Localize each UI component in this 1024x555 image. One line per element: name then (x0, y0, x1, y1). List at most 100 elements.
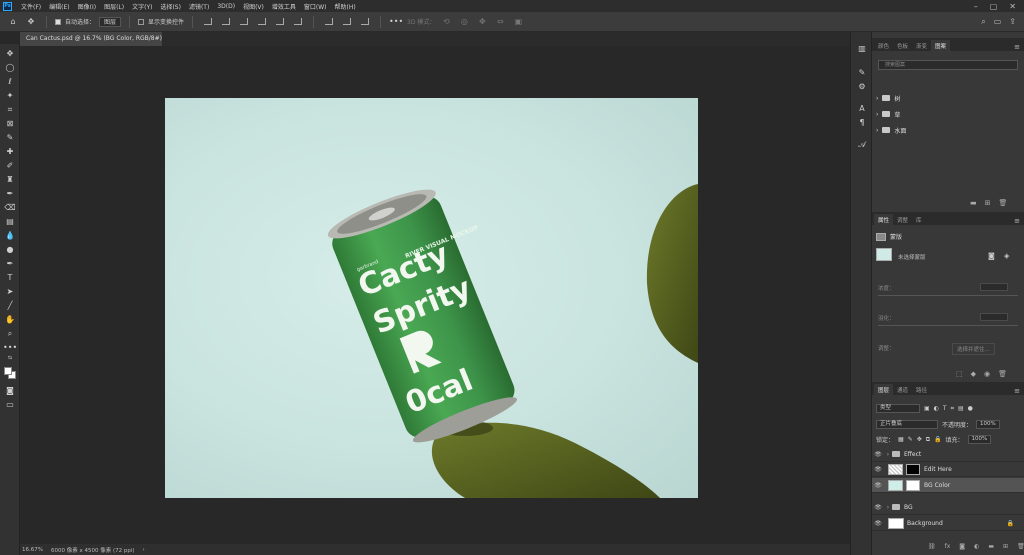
align-bottom-icon[interactable] (294, 18, 303, 25)
menu-type[interactable]: 文字(Y) (128, 2, 156, 11)
quick-mask-icon[interactable]: ◙ (3, 385, 17, 396)
foreground-color-swatch[interactable] (4, 367, 12, 375)
mask-thumbnail[interactable] (876, 248, 892, 261)
type-tool-icon[interactable]: T (3, 272, 17, 283)
3d-scale-icon[interactable]: ▣ (511, 17, 525, 26)
lasso-tool-icon[interactable]: ℓ (3, 76, 17, 87)
transform-controls-checkbox[interactable] (138, 18, 145, 25)
density-input[interactable] (980, 283, 1008, 291)
link-layers-icon[interactable]: ⛓ (928, 543, 936, 550)
layer-row[interactable]: 👁 › BG (872, 500, 1024, 515)
eyedropper-icon[interactable]: ✎ (3, 132, 17, 143)
menu-window[interactable]: 窗口(W) (300, 2, 331, 11)
paragraph-icon[interactable]: ¶ (856, 118, 868, 129)
auto-select-checkbox[interactable] (55, 18, 61, 25)
new-pattern-icon[interactable]: ⊞ (985, 199, 991, 207)
menu-3d[interactable]: 3D(D) (213, 3, 239, 10)
pattern-folder[interactable]: › 草 (876, 108, 1016, 120)
trash-icon[interactable]: 🗑 (999, 199, 1008, 207)
pixel-mask-icon[interactable]: ◙ (988, 252, 995, 260)
lock-transparency-icon[interactable]: ▦ (898, 436, 904, 443)
menu-layer[interactable]: 图层(L) (100, 2, 128, 11)
filter-shape-icon[interactable]: ⌗ (951, 405, 954, 413)
history-icon[interactable]: ▥ (856, 44, 868, 55)
eraser-tool-icon[interactable]: ⌫ (3, 202, 17, 213)
blend-mode-dropdown[interactable]: 正片叠底 (876, 420, 938, 429)
chevron-right-icon[interactable]: › (884, 504, 892, 511)
magic-wand-icon[interactable]: ✦ (3, 90, 17, 101)
density-slider[interactable] (878, 295, 1018, 296)
3d-slide-icon[interactable]: ⇔ (493, 17, 507, 26)
document-canvas[interactable]: garbrand Cacty Sprity 0cal RIVER VISUAL … (165, 98, 698, 498)
opacity-input[interactable]: 100% (976, 420, 1000, 429)
layer-name[interactable]: Edit Here (924, 466, 952, 473)
trash-icon[interactable]: 🗑 (998, 370, 1007, 378)
tab-patterns[interactable]: 图案 (931, 40, 951, 51)
3d-roll-icon[interactable]: ◎ (457, 17, 471, 26)
layer-thumbnail[interactable] (888, 517, 904, 529)
layer-thumbnail[interactable] (888, 463, 903, 475)
layer-name[interactable]: Effect (904, 451, 921, 458)
crop-tool-icon[interactable]: ⌗ (3, 104, 17, 115)
feather-slider[interactable] (878, 325, 1018, 326)
pattern-folder[interactable]: › 树 (876, 92, 1016, 104)
chevron-right-icon[interactable]: › (876, 127, 878, 134)
tab-color[interactable]: 颜色 (874, 40, 893, 51)
apply-mask-icon[interactable]: ◆ (971, 370, 976, 378)
3d-orbit-icon[interactable]: ⟲ (439, 17, 453, 26)
tab-swatches[interactable]: 色板 (893, 40, 912, 51)
layer-name[interactable]: BG (904, 504, 913, 511)
home-icon[interactable]: ⌂ (6, 17, 20, 26)
move-tool-icon[interactable]: ✥ (24, 17, 38, 26)
hand-tool-icon[interactable]: ✋ (3, 314, 17, 325)
vector-mask-icon[interactable]: ◈ (1004, 252, 1009, 260)
load-selection-icon[interactable]: ⬚ (956, 370, 963, 378)
close-window-icon[interactable]: ✕ (1009, 2, 1016, 11)
canvas-area[interactable]: garbrand Cacty Sprity 0cal RIVER VISUAL … (20, 46, 850, 544)
chevron-right-icon[interactable]: › (884, 451, 892, 458)
lock-pixels-icon[interactable]: ✎ (908, 436, 913, 443)
document-tab[interactable]: Can Cactus.psd @ 16.7% (BG Color, RGB/8#… (20, 32, 162, 46)
screen-mode-icon[interactable]: ▭ (3, 399, 17, 410)
distribute-icon[interactable] (343, 18, 352, 25)
adjustment-layer-icon[interactable]: ◐ (974, 543, 979, 550)
share-icon[interactable]: ⇪ (1009, 17, 1016, 27)
tab-properties[interactable]: 属性 (874, 214, 894, 225)
glyphs-icon[interactable]: 𝒜 (856, 140, 868, 151)
status-arrow-icon[interactable]: › (143, 547, 145, 553)
eye-icon[interactable]: 👁 (872, 504, 884, 511)
select-and-mask-button[interactable]: 选择并遮住... (952, 343, 995, 355)
layer-row[interactable]: 👁 › Effect (872, 447, 1024, 462)
brush-tool-icon[interactable]: ✐ (3, 160, 17, 171)
eye-icon[interactable]: 👁 (872, 520, 884, 527)
mask-thumbnail[interactable] (906, 463, 920, 475)
distribute-icon[interactable] (361, 18, 370, 25)
zoom-level[interactable]: 16.67% (22, 547, 43, 553)
lock-position-icon[interactable]: ✥ (917, 436, 922, 443)
tab-paths[interactable]: 路径 (912, 384, 931, 395)
panel-menu-icon[interactable]: ≡ (1014, 43, 1024, 51)
lock-artboard-icon[interactable]: ⧉ (926, 436, 930, 444)
tab-channels[interactable]: 通道 (893, 384, 912, 395)
folder-new-icon[interactable]: ▬ (970, 199, 977, 207)
search-icon[interactable]: ⌕ (981, 17, 985, 27)
layer-row[interactable]: 👁 Edit Here (872, 462, 1024, 477)
layer-row[interactable]: 👁 Background 🔒 (872, 516, 1024, 531)
mask-thumbnail[interactable] (906, 479, 920, 491)
menu-file[interactable]: 文件(F) (17, 2, 45, 11)
adjustments-icon[interactable]: ⚙ (856, 82, 868, 93)
path-select-icon[interactable]: ➤ (3, 286, 17, 297)
blur-tool-icon[interactable]: 💧 (3, 230, 17, 241)
distribute-icon[interactable] (325, 18, 334, 25)
tab-gradients[interactable]: 渐变 (912, 40, 931, 51)
menu-view[interactable]: 视图(V) (239, 2, 268, 11)
character-icon[interactable]: A (856, 104, 868, 115)
feather-input[interactable] (980, 313, 1008, 321)
layer-thumbnail[interactable] (888, 479, 903, 491)
auto-select-dropdown[interactable]: 图层 (99, 16, 122, 27)
tab-layers[interactable]: 图层 (874, 384, 894, 395)
panel-menu-icon[interactable]: ≡ (1014, 387, 1024, 395)
menu-plugins[interactable]: 增效工具 (268, 2, 300, 11)
filter-type-icon[interactable]: T (943, 405, 947, 412)
new-group-icon[interactable]: ▬ (988, 543, 994, 550)
